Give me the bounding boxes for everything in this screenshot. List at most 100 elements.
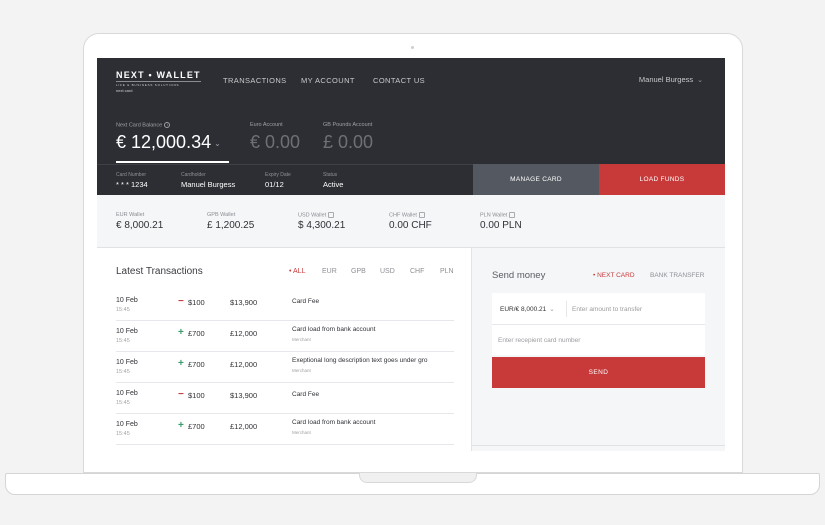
active-balance-underline bbox=[116, 161, 229, 163]
logo[interactable]: NEXT • WALLET LIFE & BUSINESS SOLUTIONS … bbox=[116, 70, 201, 93]
info-icon[interactable] bbox=[509, 212, 516, 218]
tx-balance: £12,000 bbox=[230, 329, 258, 338]
wallet-value: € 8,000.21 bbox=[116, 220, 164, 231]
table-row[interactable]: 10 Feb 15:45 + £700 £12,000 Card load fr… bbox=[116, 414, 454, 445]
tx-amount: £700 bbox=[188, 422, 205, 431]
wallet-label: PLN Wallet bbox=[480, 212, 522, 218]
nav-contact-us[interactable]: CONTACT US bbox=[373, 76, 425, 85]
chevron-down-icon: ⌄ bbox=[697, 77, 703, 84]
tx-amount: £700 bbox=[188, 329, 205, 338]
euro-account-label: Euro Account bbox=[250, 122, 283, 128]
filter-chf[interactable]: CHF bbox=[410, 268, 424, 275]
send-button[interactable]: SEND bbox=[492, 357, 705, 388]
wallet-label-text: PLN Wallet bbox=[480, 212, 508, 219]
wallet-label: CHF Wallet bbox=[389, 212, 432, 218]
account-select[interactable]: EUR/€ 8,000.21 ⌄ bbox=[500, 305, 555, 313]
amount-input[interactable] bbox=[572, 301, 697, 317]
wallet-eur[interactable]: EUR Wallet € 8,000.21 bbox=[116, 212, 163, 231]
wallets-row: EUR Wallet € 8,000.21 GPB Wallet £ 1,200… bbox=[97, 195, 725, 248]
card-number: Card Number * * * 1234 bbox=[116, 172, 148, 189]
wallet-gpb[interactable]: GPB Wallet £ 1,200.25 bbox=[207, 212, 254, 231]
tx-time: 15:45 bbox=[116, 338, 130, 344]
tx-balance: £12,000 bbox=[230, 360, 258, 369]
table-row[interactable]: 10 Feb 15:45 + £700 £12,000 Exeptional l… bbox=[116, 352, 454, 383]
tx-description: Card load from bank account bbox=[292, 326, 376, 333]
tx-date: 10 Feb bbox=[116, 359, 138, 366]
table-row[interactable]: 10 Feb 15:45 + £700 £12,000 Card load fr… bbox=[116, 321, 454, 352]
laptop-base bbox=[5, 473, 820, 495]
card-status: Status Active bbox=[323, 172, 343, 189]
plus-icon: + bbox=[178, 358, 184, 369]
wallet-value: $ 4,300.21 bbox=[298, 220, 346, 232]
table-row[interactable]: 10 Feb 15:45 − $100 $13,900 Card Fee bbox=[116, 290, 454, 321]
tx-balance: £12,000 bbox=[230, 422, 258, 431]
send-money-panel: Send money • NEXT CARD BANK TRANSFER EUR… bbox=[472, 248, 725, 451]
wallet-label-text: CHF Wallet bbox=[389, 212, 417, 219]
tx-merchant: Merchant bbox=[292, 337, 311, 342]
euro-account-value[interactable]: € 0.00 bbox=[250, 132, 300, 153]
manage-card-button[interactable]: MANAGE CARD bbox=[473, 164, 599, 195]
tx-amount: $100 bbox=[188, 391, 205, 400]
balance-value: € 12,000.34 bbox=[116, 132, 212, 152]
wallet-value: 0.00 PLN bbox=[480, 220, 522, 232]
wallet-label-text: USD Wallet bbox=[298, 212, 327, 219]
divider bbox=[492, 324, 705, 325]
cardholder-label: Cardholder bbox=[181, 172, 206, 178]
cardholder: Cardholder Manuel Burgess bbox=[181, 172, 235, 189]
wallet-pln[interactable]: PLN Wallet 0.00 PLN bbox=[480, 212, 522, 231]
info-icon[interactable]: i bbox=[164, 122, 171, 128]
filter-pln[interactable]: PLN bbox=[440, 268, 454, 275]
user-name: Manuel Burgess bbox=[638, 75, 694, 84]
cardholder-value: Manuel Burgess bbox=[181, 180, 236, 189]
wallet-usd[interactable]: USD Wallet $ 4,300.21 bbox=[298, 212, 345, 231]
tx-amount: $100 bbox=[188, 298, 205, 307]
app-screen: NEXT • WALLET LIFE & BUSINESS SOLUTIONS … bbox=[97, 58, 725, 451]
tx-amount: £700 bbox=[188, 360, 205, 369]
logo-card: next card bbox=[116, 88, 133, 93]
balance-label-text: Next Card Balance bbox=[116, 122, 163, 129]
send-form: EUR/€ 8,000.21 ⌄ bbox=[492, 293, 705, 355]
camera bbox=[411, 46, 414, 49]
info-icon[interactable] bbox=[418, 212, 425, 218]
tab-bank-transfer[interactable]: BANK TRANSFER bbox=[650, 272, 704, 279]
tx-time: 15:45 bbox=[116, 369, 130, 375]
chevron-down-icon: ⌄ bbox=[549, 306, 555, 313]
load-funds-button[interactable]: LOAD FUNDS bbox=[599, 164, 725, 195]
tx-date: 10 Feb bbox=[116, 328, 138, 335]
tx-description: Card Fee bbox=[292, 391, 320, 398]
gbp-account-value[interactable]: £ 0.00 bbox=[323, 132, 373, 153]
filter-eur[interactable]: EUR bbox=[322, 268, 337, 275]
minus-icon: − bbox=[178, 389, 184, 400]
plus-icon: + bbox=[178, 327, 184, 338]
tab-next-card[interactable]: • NEXT CARD bbox=[593, 272, 635, 279]
tx-description: Card Fee bbox=[292, 298, 320, 305]
user-menu[interactable]: Manuel Burgess ⌄ bbox=[639, 75, 703, 84]
balance-label: Next Card Balance i bbox=[116, 122, 171, 129]
tx-merchant: Merchant bbox=[292, 430, 311, 435]
tx-date: 10 Feb bbox=[116, 421, 138, 428]
table-row[interactable]: 10 Feb 15:45 − $100 $13,900 Card Fee bbox=[116, 383, 454, 414]
tx-date: 10 Feb bbox=[116, 297, 138, 304]
nav-my-account[interactable]: MY ACCOUNT bbox=[301, 76, 355, 85]
tx-balance: $13,900 bbox=[230, 391, 258, 400]
tx-description: Exeptional long description text goes un… bbox=[292, 357, 428, 364]
transactions-title: Latest Transactions bbox=[116, 266, 203, 277]
transactions-panel: Latest Transactions • ALL EUR GPB USD CH… bbox=[97, 248, 472, 451]
balance-selector[interactable]: € 12,000.34 ⌄ bbox=[116, 132, 221, 153]
wallet-chf[interactable]: CHF Wallet 0.00 CHF bbox=[389, 212, 432, 231]
tx-balance: $13,900 bbox=[230, 298, 258, 307]
wallet-label: GPB Wallet bbox=[207, 212, 236, 218]
chevron-down-icon: ⌄ bbox=[214, 138, 221, 148]
nav-transactions[interactable]: TRANSACTIONS bbox=[223, 76, 287, 85]
laptop-notch bbox=[359, 473, 477, 483]
filter-all[interactable]: • ALL bbox=[289, 268, 305, 275]
tx-time: 15:45 bbox=[116, 307, 130, 313]
tx-description: Card load from bank account bbox=[292, 419, 376, 426]
card-number-label: Card Number bbox=[116, 172, 147, 178]
gbp-account-label: GB Pounds Account bbox=[323, 122, 373, 128]
filter-usd[interactable]: USD bbox=[380, 268, 395, 275]
filter-gpb[interactable]: GPB bbox=[351, 268, 366, 275]
info-icon[interactable] bbox=[328, 212, 335, 218]
recipient-card-input[interactable] bbox=[498, 332, 698, 348]
logo-tagline: LIFE & BUSINESS SOLUTIONS bbox=[116, 81, 201, 87]
